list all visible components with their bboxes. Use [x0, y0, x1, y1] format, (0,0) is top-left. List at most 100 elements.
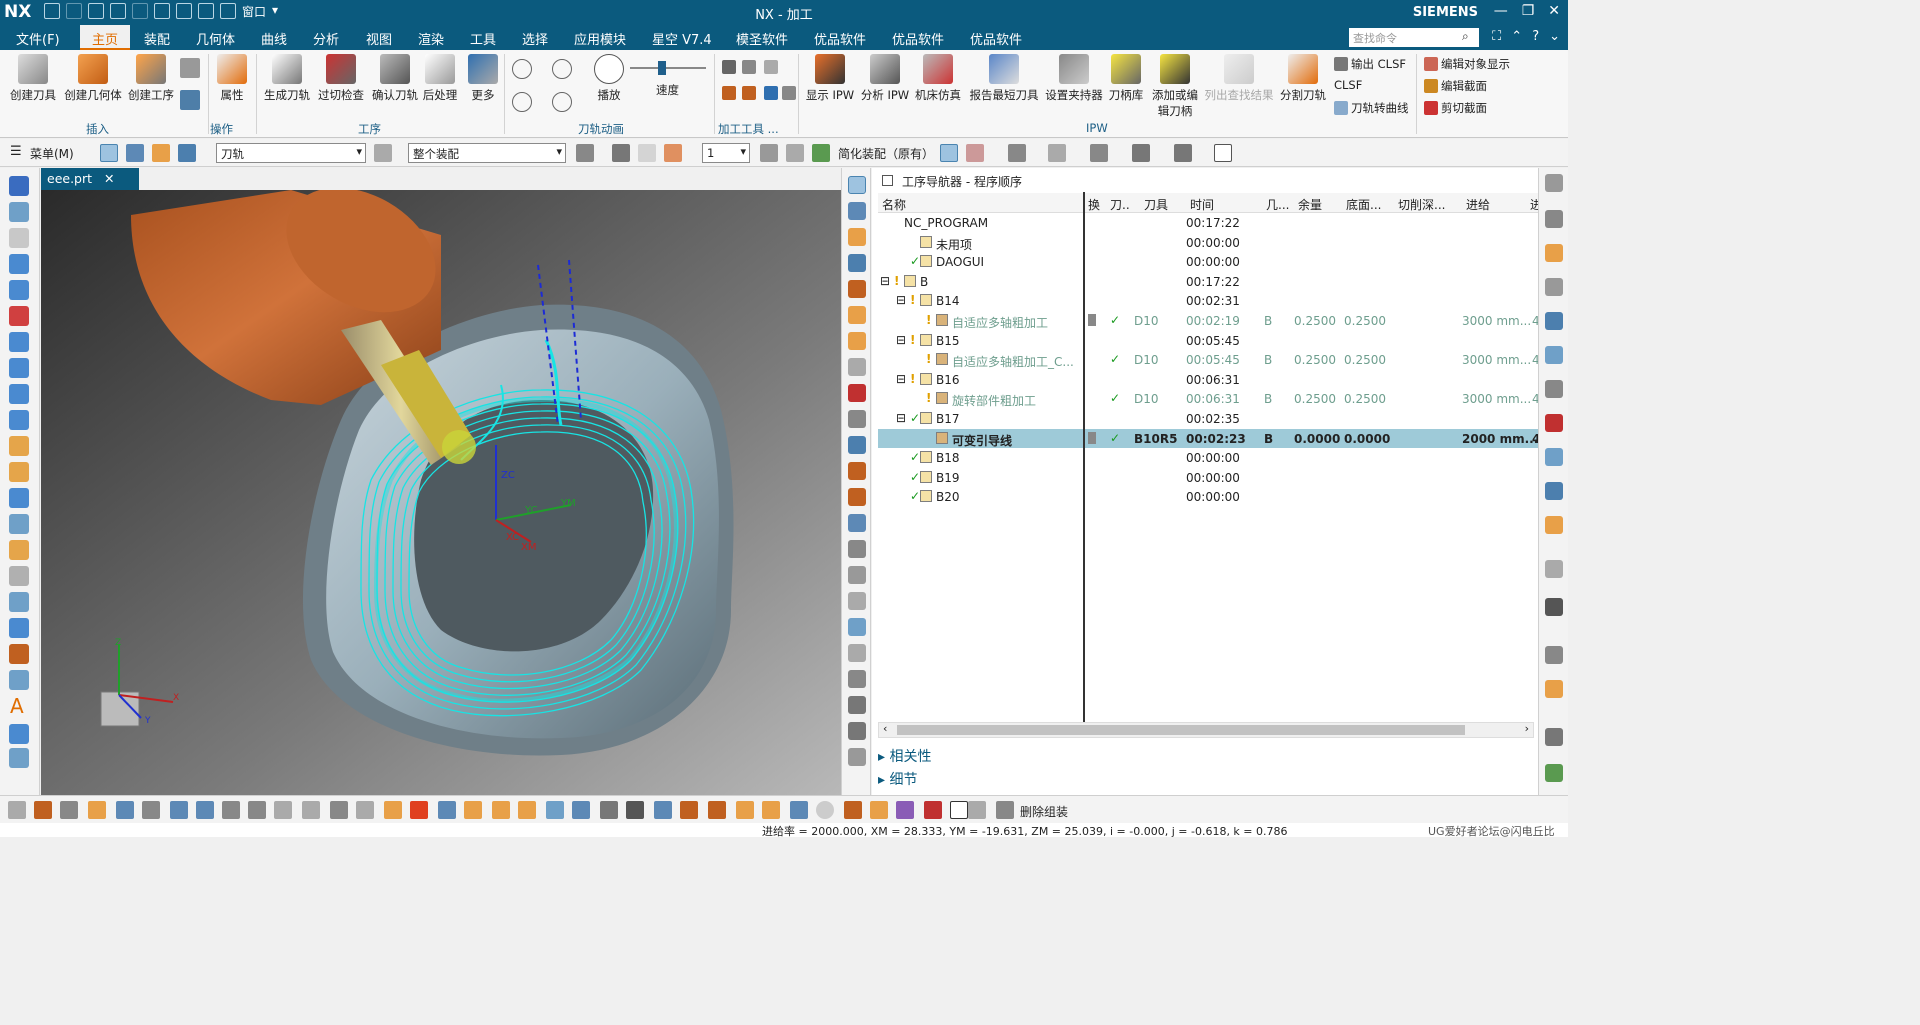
measure-distance-icon[interactable]	[248, 801, 266, 819]
save-side-icon[interactable]	[848, 670, 866, 688]
display-icon[interactable]	[848, 696, 866, 714]
kinematics-icon[interactable]	[764, 60, 778, 74]
ruler-icon[interactable]	[8, 801, 26, 819]
machine-nav-icon[interactable]	[1545, 346, 1563, 364]
menu-view[interactable]: 视图	[366, 29, 392, 48]
navigator-row[interactable]: ✓ B20 00:00:00	[878, 487, 1538, 507]
document-tab-eee[interactable]: eee.prt ✕	[41, 168, 139, 190]
col-feed[interactable]: 进给	[1466, 196, 1490, 213]
rewind-icon[interactable]	[512, 92, 532, 112]
tool-filter-icon[interactable]	[126, 144, 144, 162]
blend-icon[interactable]	[9, 748, 29, 768]
navigator-row[interactable]: ! 自适应多轴粗加工 ✓ D10 00:02:19 B 0.2500 0.2500 3000 m…	[878, 311, 1540, 331]
angle-icon[interactable]	[196, 801, 214, 819]
hide-icon[interactable]	[848, 722, 866, 740]
fit-icon[interactable]	[1008, 144, 1026, 162]
sphere-icon[interactable]	[816, 801, 834, 819]
menu-geometry[interactable]: 几何体	[196, 29, 235, 48]
search-icon[interactable]: ⌕	[1462, 29, 1469, 44]
paste-side-icon[interactable]	[848, 514, 866, 532]
expand-toggle-icon[interactable]: ⊟	[896, 411, 906, 425]
navigator-row[interactable]: ⊟! B 00:17:22	[878, 272, 1538, 292]
scroll-left-icon[interactable]: ‹	[883, 722, 887, 735]
dependencies-panel[interactable]: ▸ 相关性	[878, 746, 931, 766]
cut-side-icon[interactable]	[848, 462, 866, 480]
pin-icon[interactable]: ⌄	[1549, 29, 1560, 44]
col-stock[interactable]: 余量	[1298, 196, 1322, 213]
check-icon[interactable]	[708, 801, 726, 819]
manufacturing-wizard-icon[interactable]	[1545, 598, 1563, 616]
create-tool-side-icon[interactable]	[848, 306, 866, 324]
clearance-icon[interactable]	[924, 801, 942, 819]
machine-simulation-button[interactable]: 机床仿真	[912, 54, 964, 103]
gouge-side-icon[interactable]	[848, 384, 866, 402]
analysis-icon[interactable]	[546, 801, 564, 819]
csys-icon[interactable]	[812, 144, 830, 162]
menu-applications[interactable]: 应用模块	[574, 29, 626, 48]
postprocess-button[interactable]: 后处理	[420, 54, 460, 103]
highlight-icon[interactable]	[410, 801, 428, 819]
navigator-checkbox[interactable]	[882, 175, 893, 186]
history-icon[interactable]	[1545, 482, 1563, 500]
insert-table-icon[interactable]	[180, 90, 200, 110]
toolpath-to-curve-button[interactable]: 刀轨转曲线	[1334, 100, 1409, 116]
body-icon[interactable]	[302, 801, 320, 819]
window-layout-icon[interactable]	[1214, 144, 1232, 162]
properties-button[interactable]: 属性	[214, 54, 250, 103]
expand-toggle-icon[interactable]: ⊟	[896, 372, 906, 386]
speed-slider-handle[interactable]	[658, 61, 666, 75]
projection-icon[interactable]	[9, 724, 29, 744]
menu-button[interactable]: 菜单(M)	[30, 145, 74, 162]
navigator-horizontal-scrollbar[interactable]: ‹ ›	[878, 722, 1534, 738]
group-insert[interactable]: 插入	[86, 121, 109, 137]
layer-icon[interactable]	[384, 801, 402, 819]
expand-toggle-icon[interactable]: ⊟	[896, 333, 906, 347]
scroll-right-icon[interactable]: ›	[1525, 722, 1529, 735]
settings-icon[interactable]	[1174, 144, 1192, 162]
web-browser-icon[interactable]	[1545, 448, 1563, 466]
tool-path-list-icon[interactable]	[764, 86, 778, 100]
menu-home[interactable]: 主页	[80, 25, 131, 50]
shell-icon[interactable]	[356, 801, 374, 819]
create-geometry-side-icon[interactable]	[848, 332, 866, 350]
tab-close-icon[interactable]: ✕	[104, 171, 114, 186]
col-change[interactable]: 换	[1088, 196, 1100, 213]
point-info-icon[interactable]	[116, 801, 134, 819]
fullscreen-icon[interactable]: ⛶	[1492, 29, 1501, 44]
create-tool-button[interactable]: 创建刀具	[8, 54, 58, 103]
delete-assembly-button[interactable]: 删除组装	[1020, 803, 1068, 820]
navigator-row[interactable]: ✓ DAOGUI 00:00:00	[878, 252, 1538, 272]
point-icon[interactable]	[9, 384, 29, 404]
output-clsf-button[interactable]: 输出 CLSF	[1334, 56, 1406, 72]
component-icon[interactable]	[896, 801, 914, 819]
post-side-icon[interactable]	[848, 592, 866, 610]
list-find-results-button[interactable]: 列出查找结果	[1204, 54, 1274, 103]
navigator-row[interactable]: NC_PROGRAM 00:17:22	[878, 213, 1538, 233]
menu-analysis[interactable]: 分析	[313, 29, 339, 48]
sweep-icon[interactable]	[9, 540, 29, 560]
add-edit-holder-button[interactable]: 添加或编 辑刀柄	[1148, 54, 1202, 119]
more-button[interactable]: 更多	[466, 54, 500, 103]
face-3-icon[interactable]	[518, 801, 536, 819]
extension-icon[interactable]	[9, 670, 29, 690]
col-depth[interactable]: 切削深...	[1398, 196, 1445, 213]
col-floor[interactable]: 底面...	[1346, 196, 1381, 213]
col-path[interactable]: 刀..	[1110, 196, 1130, 213]
system-materials-icon[interactable]	[1545, 516, 1563, 534]
spline-icon[interactable]	[9, 358, 29, 378]
measure-icon[interactable]	[9, 306, 29, 326]
graphics-viewport[interactable]: ZC YC YM XC XM Z X Y	[41, 190, 841, 795]
type-filter-select[interactable]: 刀轨	[216, 143, 366, 163]
feature-icon[interactable]	[88, 801, 106, 819]
dimension-icon[interactable]	[222, 801, 240, 819]
set-holder-button[interactable]: 设置夹持器	[1044, 54, 1104, 103]
clear-icon[interactable]	[782, 86, 796, 100]
menu-tools[interactable]: 工具	[470, 29, 496, 48]
view-select-icon[interactable]	[940, 144, 958, 162]
navigator-row[interactable]: ⊟! B15 00:05:45	[878, 331, 1538, 351]
patch-icon[interactable]	[9, 644, 29, 664]
navigator-row[interactable]: ✓ B19 00:00:00	[878, 468, 1538, 488]
view-orient-icon[interactable]	[1048, 144, 1066, 162]
draft-icon[interactable]	[600, 801, 618, 819]
tool-view-icon[interactable]	[848, 202, 866, 220]
